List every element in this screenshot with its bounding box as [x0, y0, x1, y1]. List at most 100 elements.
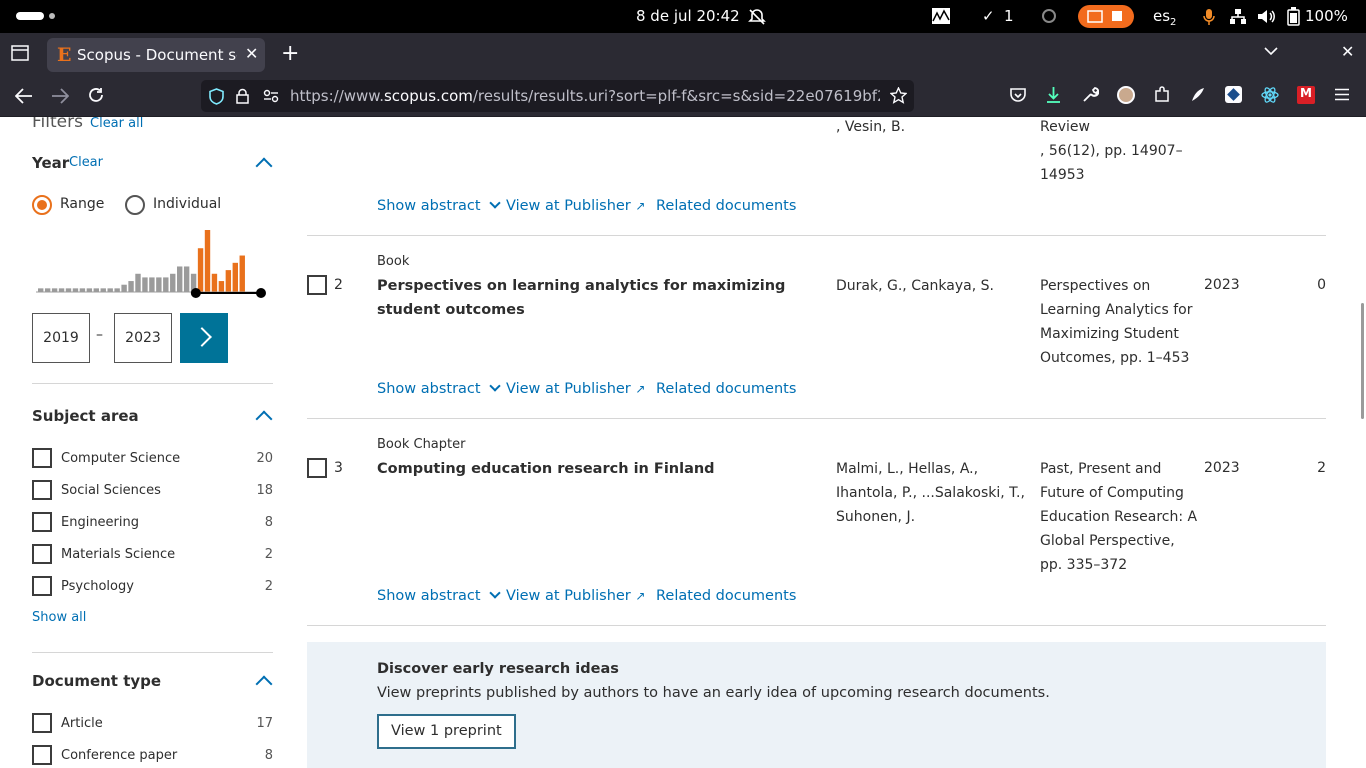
show-abstract-button[interactable]: Show abstract	[377, 380, 501, 397]
result-title[interactable]: Computing education research in Finland	[377, 457, 797, 481]
volume-icon[interactable]	[1257, 8, 1276, 25]
subject-area-filter-item[interactable]: Engineering 8	[32, 512, 273, 534]
subject-area-checkbox[interactable]	[32, 448, 52, 468]
result-authors[interactable]: , Vesin, B.	[836, 117, 1026, 139]
histogram-bar	[79, 288, 86, 292]
external-link-icon: ↗	[635, 199, 646, 213]
tracking-protection-shield-icon[interactable]	[209, 88, 224, 105]
extensions-puzzle-icon[interactable]	[1154, 86, 1170, 103]
subject-area-checkbox[interactable]	[32, 512, 52, 532]
lock-icon[interactable]	[236, 88, 249, 104]
view-at-publisher-link[interactable]: View at Publisher ↗	[506, 381, 645, 397]
collapse-subject-area-icon[interactable]	[255, 410, 273, 428]
range-radio[interactable]	[32, 195, 52, 215]
collapse-year-icon[interactable]	[255, 157, 273, 175]
result-cited-by[interactable]: 0	[1317, 277, 1326, 293]
subject-area-filter-item[interactable]: Psychology 2	[32, 576, 273, 598]
clock[interactable]: 8 de jul 20:42	[636, 7, 740, 25]
subject-area-filter-item[interactable]: Computer Science 20	[32, 448, 273, 470]
list-tabs-chevron-icon[interactable]	[1264, 47, 1278, 56]
discover-preprints-panel: Discover early research ideas View prepr…	[307, 642, 1326, 768]
profile-avatar-icon[interactable]	[1117, 86, 1135, 104]
mendeley-icon[interactable]: M	[1297, 86, 1315, 104]
subject-area-checkbox[interactable]	[32, 480, 52, 500]
subject-area-checkbox[interactable]	[32, 544, 52, 564]
tasks-check-icon[interactable]: ✓	[982, 7, 995, 25]
histogram-bar	[107, 288, 113, 292]
react-devtools-icon[interactable]	[1261, 86, 1279, 104]
result-authors[interactable]: Durak, G., Cankaya, S.	[836, 274, 1026, 298]
result-checkbox[interactable]	[307, 275, 327, 295]
elsevier-favicon-icon: E	[57, 44, 72, 66]
related-documents-link[interactable]: Related documents	[656, 588, 796, 604]
microphone-icon[interactable]	[1203, 8, 1215, 26]
tab-scopus[interactable]: E Scopus - Document search results ✕	[47, 38, 265, 72]
subject-area-checkbox[interactable]	[32, 576, 52, 596]
range-start-handle[interactable]	[190, 288, 201, 298]
network-icon[interactable]	[1229, 8, 1247, 25]
document-type-count: 8	[264, 748, 273, 763]
result-title[interactable]: Perspectives on learning analytics for m…	[377, 274, 797, 322]
show-abstract-button[interactable]: Show abstract	[377, 587, 501, 604]
wrench-icon[interactable]	[1082, 86, 1099, 103]
new-tab-icon[interactable]: +	[281, 41, 299, 66]
hamburger-menu-icon[interactable]	[1334, 88, 1350, 101]
workspace-indicator-active[interactable]	[16, 12, 44, 20]
battery-icon[interactable]	[1287, 7, 1300, 26]
year-from-input[interactable]: 2019	[32, 313, 90, 363]
subject-area-filter-item[interactable]: Materials Science 2	[32, 544, 273, 566]
document-type-checkbox[interactable]	[32, 713, 52, 733]
show-abstract-button[interactable]: Show abstract	[377, 197, 501, 214]
tab-title: Scopus - Document search results	[77, 46, 237, 64]
histogram-bar	[225, 270, 232, 292]
result-divider	[307, 235, 1326, 236]
status-circle-icon[interactable]	[1042, 9, 1056, 23]
system-monitor-icon[interactable]	[931, 7, 951, 25]
related-documents-link[interactable]: Related documents	[656, 198, 796, 214]
document-type-checkbox[interactable]	[32, 745, 52, 765]
keyboard-language[interactable]: es2	[1153, 7, 1176, 28]
view-at-publisher-link[interactable]: View at Publisher ↗	[506, 588, 645, 604]
related-documents-link[interactable]: Related documents	[656, 381, 796, 397]
collapse-document-type-icon[interactable]	[255, 675, 273, 693]
subject-area-label: Computer Science	[61, 451, 181, 466]
result-source[interactable]: Perspectives on Learning Analytics for M…	[1040, 274, 1200, 370]
individual-radio[interactable]	[125, 195, 145, 215]
result-authors[interactable]: Malmi, L., Hellas, A., Ihantola, P., ...…	[836, 457, 1026, 529]
document-type-filter-item[interactable]: Article 17	[32, 713, 273, 735]
view-at-publisher-link[interactable]: View at Publisher ↗	[506, 198, 645, 214]
range-end-handle[interactable]	[256, 288, 266, 298]
close-tab-icon[interactable]: ✕	[245, 44, 258, 63]
url-text[interactable]: https://www.scopus.com/results/results.u…	[290, 87, 880, 105]
show-all-subjects-link[interactable]: Show all	[32, 610, 86, 625]
workspace-indicator[interactable]	[49, 13, 55, 19]
downloads-icon[interactable]	[1046, 86, 1061, 103]
zotero-connector-icon[interactable]	[1225, 86, 1242, 103]
apply-year-range-button[interactable]	[180, 313, 228, 363]
page-scrollbar[interactable]	[1361, 303, 1364, 419]
notifications-muted-icon[interactable]	[747, 7, 767, 27]
back-icon[interactable]	[15, 88, 33, 104]
tab-overview-icon[interactable]	[11, 45, 29, 61]
histogram-bar	[232, 262, 238, 292]
result-source[interactable]: Review , 56(12), pp. 14907– 14953	[1040, 117, 1200, 187]
url-bar[interactable]: https://www.scopus.com/results/results.u…	[201, 80, 914, 112]
clear-all-filters-link[interactable]: Clear all	[90, 117, 143, 131]
result-cited-by[interactable]: 2	[1317, 460, 1326, 476]
document-type-filter-item[interactable]: Conference paper 8	[32, 745, 273, 767]
bookmark-star-icon[interactable]	[890, 87, 907, 104]
dark-reader-icon[interactable]	[1189, 86, 1206, 103]
clear-year-link[interactable]: Clear	[69, 155, 103, 170]
result-checkbox[interactable]	[307, 458, 327, 478]
filters-title: Filters	[32, 117, 83, 132]
year-to-input[interactable]: 2023	[114, 313, 172, 363]
forward-icon[interactable]	[51, 88, 69, 104]
reload-icon[interactable]	[88, 87, 105, 104]
close-window-icon[interactable]: ✕	[1341, 42, 1354, 61]
screencast-indicator[interactable]	[1078, 5, 1134, 28]
result-source[interactable]: Past, Present and Future of Computing Ed…	[1040, 457, 1200, 577]
pocket-icon[interactable]	[1010, 87, 1026, 103]
view-preprint-button[interactable]: View 1 preprint	[377, 714, 516, 749]
subject-area-filter-item[interactable]: Social Sciences 18	[32, 480, 273, 502]
site-permissions-icon[interactable]	[263, 89, 279, 103]
